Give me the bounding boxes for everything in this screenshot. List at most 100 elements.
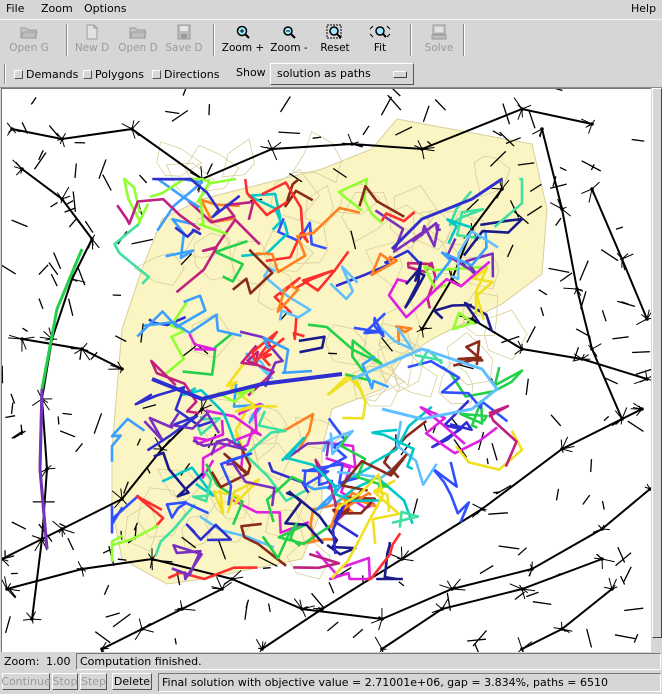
road-segment xyxy=(174,638,177,645)
road-segment xyxy=(279,96,291,113)
new-file-icon xyxy=(84,22,100,42)
road-link xyxy=(21,336,35,340)
menu-file[interactable]: File xyxy=(6,2,24,15)
open-demands-button[interactable]: Open D xyxy=(116,22,160,58)
map-canvas[interactable] xyxy=(1,88,652,653)
demands-checkbox-box[interactable] xyxy=(14,70,23,79)
road-segment xyxy=(526,591,539,598)
computer-icon xyxy=(430,22,448,42)
road-node xyxy=(645,377,649,381)
road-segment xyxy=(590,459,593,473)
road-segment xyxy=(98,159,107,179)
directions-checkbox-box[interactable] xyxy=(152,70,161,79)
toolbar-separator xyxy=(66,24,68,56)
road-segment xyxy=(244,601,249,620)
road-segment xyxy=(53,252,62,270)
road-node xyxy=(600,527,604,531)
road-segment xyxy=(22,327,28,332)
step-button[interactable]: Step xyxy=(80,673,107,690)
road-link xyxy=(216,576,223,590)
zoom-reset-icon xyxy=(325,22,345,42)
road-segment xyxy=(328,582,335,594)
zone-cell xyxy=(156,141,203,177)
road-segment xyxy=(112,613,131,628)
road-segment xyxy=(59,430,76,438)
show-select[interactable]: solution as paths xyxy=(270,63,414,85)
road-link xyxy=(588,188,593,203)
road-segment xyxy=(434,99,447,111)
road-segment xyxy=(392,89,401,97)
road-node xyxy=(560,627,564,631)
road-segment xyxy=(554,89,563,92)
road-node xyxy=(260,647,264,651)
zoom-value: 1.00 xyxy=(46,655,71,668)
road-link xyxy=(601,558,615,563)
road-segment xyxy=(362,125,370,136)
road-node xyxy=(20,167,24,171)
road-segment xyxy=(387,94,402,111)
road-node xyxy=(645,317,649,321)
road-segment xyxy=(601,309,607,322)
polygons-checkbox-box[interactable] xyxy=(83,70,92,79)
solve-button[interactable]: Solve xyxy=(418,22,460,58)
road-node xyxy=(590,122,594,126)
network-map[interactable] xyxy=(2,89,651,652)
scrollbar-thumb[interactable] xyxy=(652,88,662,638)
road-segment xyxy=(555,217,562,226)
road-node xyxy=(640,407,644,411)
stop-button[interactable]: Stop xyxy=(52,673,78,690)
road-segment xyxy=(50,201,58,208)
road-node xyxy=(440,607,444,611)
zoom-out-button[interactable]: Zoom - xyxy=(267,22,311,58)
road-segment xyxy=(66,200,74,205)
continue-button[interactable]: Continue xyxy=(1,673,51,690)
road-segment xyxy=(94,631,111,644)
road-segment xyxy=(74,163,77,178)
zoom-in-button[interactable]: Zoom + xyxy=(221,22,265,58)
demands-checkbox[interactable]: Demands xyxy=(14,68,78,81)
road-segment xyxy=(62,412,72,416)
road-node xyxy=(60,137,64,141)
road-segment xyxy=(75,442,84,453)
road-node xyxy=(30,617,34,621)
road-segment xyxy=(38,264,49,276)
road-segment xyxy=(514,591,525,601)
directions-checkbox[interactable]: Directions xyxy=(152,68,219,81)
toolbar-separator xyxy=(410,24,412,56)
menu-help[interactable]: Help xyxy=(631,2,656,15)
show-select-value: solution as paths xyxy=(277,67,371,80)
road-segment xyxy=(488,512,508,515)
road-node xyxy=(120,367,124,371)
road-link xyxy=(451,588,466,591)
zoom-in-label: Zoom + xyxy=(221,42,265,54)
road-segment xyxy=(525,378,529,395)
road-node xyxy=(590,187,594,191)
menu-options[interactable]: Options xyxy=(84,2,126,15)
polygons-checkbox[interactable]: Polygons xyxy=(83,68,144,81)
solution-path xyxy=(371,479,401,545)
road-link xyxy=(390,553,403,560)
delete-button[interactable]: Delete xyxy=(112,673,152,690)
new-demands-button[interactable]: New D xyxy=(72,22,112,58)
option-menu-indicator-icon xyxy=(393,71,407,78)
save-demands-button[interactable]: Save D xyxy=(162,22,206,58)
road-segment xyxy=(559,272,573,282)
road-link xyxy=(200,166,203,180)
options-separator xyxy=(4,64,6,84)
vertical-scrollbar[interactable] xyxy=(651,88,662,653)
road-node xyxy=(590,347,594,351)
road-node xyxy=(520,107,524,111)
open-graph-button[interactable]: Open G xyxy=(6,22,52,58)
road-segment xyxy=(278,131,301,135)
toolbar: Open G New D Open D Save D Zoom + Zoom - xyxy=(0,19,662,61)
road-segment xyxy=(59,523,67,528)
fit-button[interactable]: Fit xyxy=(362,22,398,58)
road-segment xyxy=(412,498,419,514)
menu-zoom[interactable]: Zoom xyxy=(41,2,73,15)
polygons-checkbox-label: Polygons xyxy=(95,68,144,81)
road-segment xyxy=(550,414,562,427)
road-node xyxy=(400,557,404,561)
reset-zoom-button[interactable]: Reset xyxy=(314,22,356,58)
road-node xyxy=(160,447,164,451)
road-segment xyxy=(182,89,187,96)
